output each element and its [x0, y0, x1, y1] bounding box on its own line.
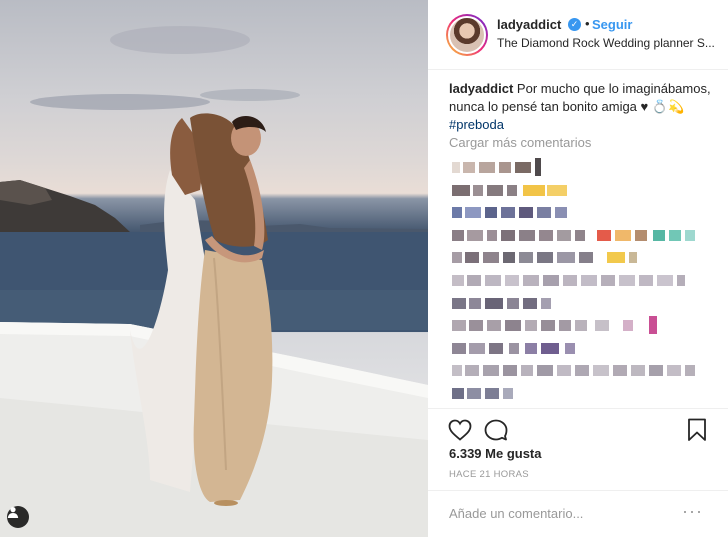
post-photo[interactable]: [0, 0, 428, 537]
comment-bubble-icon[interactable]: [484, 419, 508, 446]
avatar-image: [448, 16, 486, 54]
post-side-panel: ladyaddict ✓ • Seguir The Diamond Rock W…: [428, 0, 728, 537]
likes-count[interactable]: 6.339 Me gusta: [449, 446, 542, 461]
post-header: ladyaddict ✓ • Seguir The Diamond Rock W…: [428, 0, 728, 70]
caption-hashtag[interactable]: #preboda: [449, 117, 504, 132]
list-item: [449, 248, 711, 271]
list-item: [449, 361, 711, 384]
comment-input[interactable]: [449, 503, 679, 523]
avatar[interactable]: [446, 14, 488, 56]
list-item: [449, 384, 711, 407]
bookmark-glyph: [688, 418, 706, 441]
list-item: [449, 294, 711, 317]
list-item: [449, 226, 711, 249]
username-link[interactable]: ladyaddict: [497, 17, 561, 32]
photo-scene: [0, 26, 428, 537]
more-options-icon[interactable]: ···: [682, 501, 703, 522]
user-tag-glyph: [7, 507, 19, 518]
list-item: [449, 339, 711, 362]
bookmark-icon[interactable]: [686, 418, 708, 447]
heart-glyph: [448, 419, 472, 441]
user-tag-icon[interactable]: [7, 506, 29, 528]
comments-list: [449, 158, 711, 408]
list-item: [449, 181, 711, 204]
add-comment-bar: ···: [428, 490, 728, 537]
list-item: [449, 316, 711, 339]
list-item: [449, 271, 711, 294]
follow-button[interactable]: Seguir: [592, 17, 632, 32]
load-more-comments-button[interactable]: Cargar más comentarios: [449, 135, 591, 150]
verified-badge-icon: ✓: [568, 18, 581, 31]
list-item: [449, 203, 711, 226]
post-timestamp[interactable]: HACE 21 HORAS: [449, 469, 529, 480]
heart-icon[interactable]: [448, 419, 472, 446]
list-item: [449, 158, 711, 181]
location-link[interactable]: The Diamond Rock Wedding planner S...: [497, 36, 721, 50]
caption-username[interactable]: ladyaddict: [449, 81, 513, 96]
header-separator: •: [585, 16, 590, 31]
post-caption: ladyaddict Por mucho que lo imaginábamos…: [449, 80, 711, 134]
comment-bubble-glyph: [484, 419, 508, 441]
